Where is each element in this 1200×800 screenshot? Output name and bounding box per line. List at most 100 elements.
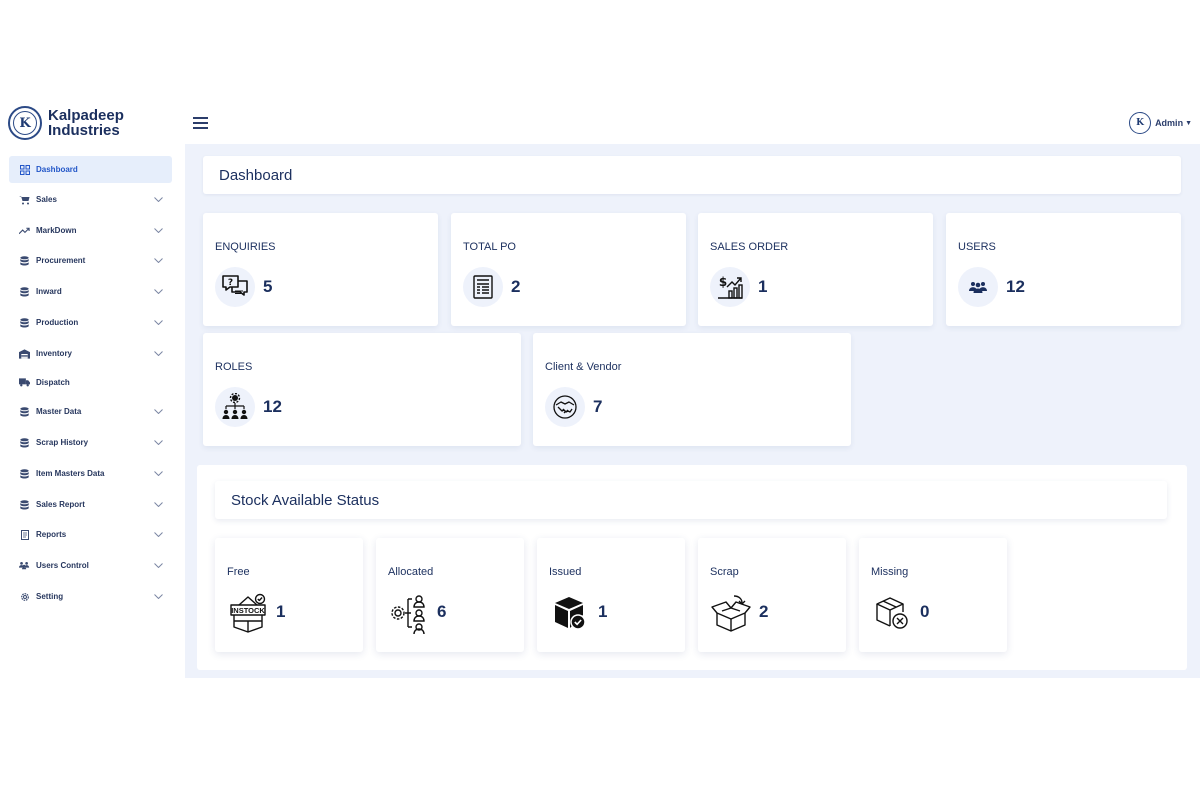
stock-card-allocated[interactable]: Allocated 6	[376, 538, 524, 652]
grid-icon	[19, 164, 30, 175]
database-icon	[19, 437, 30, 448]
sidebar-item-label: Procurement	[36, 256, 86, 265]
chevron-down-icon	[153, 351, 163, 356]
svg-text:?: ?	[228, 278, 233, 288]
stock-label: Free	[227, 566, 250, 578]
stock-value: 2	[759, 602, 769, 621]
svg-text:$: $	[719, 275, 727, 289]
instock-icon-text: INSTOCK	[231, 606, 265, 615]
box-check-icon	[549, 592, 591, 634]
brand[interactable]: K Kalpadeep Industries	[8, 106, 124, 140]
stock-status-header: Stock Available Status	[215, 481, 1167, 519]
chevron-down-icon	[153, 228, 163, 233]
stock-label: Allocated	[388, 566, 434, 578]
chevron-down-icon	[153, 502, 163, 507]
sidebar-item-item-masters-data[interactable]: Item Masters Data	[9, 460, 172, 487]
instock-icon: INSTOCK	[227, 592, 269, 634]
stock-status-panel: Stock Available Status Free INSTOCK 1 Al…	[197, 465, 1187, 670]
sidebar-item-label: Item Masters Data	[36, 469, 105, 478]
sidebar-item-sales[interactable]: Sales	[9, 186, 172, 213]
sidebar-item-label: Setting	[36, 592, 64, 601]
stat-value: 1	[758, 277, 768, 296]
stat-card-enquiries[interactable]: ENQUIRIES ? 5	[203, 213, 438, 326]
sidebar-item-inventory[interactable]: Inventory	[9, 340, 172, 367]
stat-label: USERS	[958, 241, 996, 253]
sidebar-item-markdown[interactable]: MarkDown	[9, 217, 172, 244]
stat-value: 5	[263, 277, 273, 296]
database-icon	[19, 468, 30, 479]
user-name: Admin	[1155, 118, 1184, 128]
stat-label: TOTAL PO	[463, 241, 516, 253]
sidebar-item-production[interactable]: Production	[9, 309, 172, 336]
warehouse-icon	[19, 348, 30, 359]
stat-label: ENQUIRIES	[215, 241, 276, 253]
sidebar-item-label: Inventory	[36, 349, 73, 358]
brand-name-line2: Industries	[48, 122, 120, 139]
handshake-icon	[545, 387, 585, 427]
stock-card-missing[interactable]: Missing 0	[859, 538, 1007, 652]
stat-card-client-vendor[interactable]: Client & Vendor 7	[533, 333, 851, 446]
brand-name: Kalpadeep Industries	[48, 108, 124, 138]
user-menu[interactable]: K Admin ▼	[1129, 112, 1192, 134]
main-content: Dashboard ENQUIRIES ? 5 TOTAL PO 2 SALES…	[185, 144, 1200, 678]
chevron-down-icon	[153, 563, 163, 568]
stat-value: 12	[263, 397, 282, 416]
stat-card-users[interactable]: USERS 12	[946, 213, 1181, 326]
sidebar-item-dashboard[interactable]: Dashboard	[9, 156, 172, 183]
sidebar-item-scrap-history[interactable]: Scrap History	[9, 429, 172, 456]
section-title: Stock Available Status	[231, 491, 380, 509]
brand-logo: K	[8, 106, 42, 140]
page-title-card: Dashboard	[203, 156, 1181, 194]
stock-value: 1	[276, 602, 286, 621]
caret-down-icon: ▼	[1185, 119, 1192, 127]
chevron-down-icon	[153, 197, 163, 202]
chevron-down-icon	[153, 532, 163, 537]
sidebar-item-users-control[interactable]: Users Control	[9, 552, 172, 579]
chevron-down-icon	[153, 440, 163, 445]
document-icon	[463, 267, 503, 307]
stat-label: Client & Vendor	[545, 361, 622, 373]
sidebar-item-setting[interactable]: Setting	[9, 583, 172, 610]
database-icon	[19, 255, 30, 266]
chevron-down-icon	[153, 289, 163, 294]
stock-card-scrap[interactable]: Scrap 2	[698, 538, 846, 652]
stock-value: 1	[598, 602, 608, 621]
sidebar-item-label: Sales Report	[36, 500, 85, 509]
chevron-down-icon	[153, 409, 163, 414]
database-icon	[19, 499, 30, 510]
allocated-icon	[388, 592, 430, 634]
sidebar: Dashboard Sales MarkDown Procurement Inw…	[0, 144, 185, 678]
brand-name-line1: Kalpadeep	[48, 107, 124, 124]
chevron-down-icon	[153, 258, 163, 263]
top-bar: K Kalpadeep Industries K Admin ▼	[0, 100, 1200, 144]
sidebar-item-inward[interactable]: Inward	[9, 278, 172, 305]
sidebar-item-sales-report[interactable]: Sales Report	[9, 491, 172, 518]
sidebar-item-master-data[interactable]: Master Data	[9, 398, 172, 425]
sidebar-item-reports[interactable]: Reports	[9, 521, 172, 548]
stock-label: Issued	[549, 566, 582, 578]
stat-card-roles[interactable]: ROLES 12	[203, 333, 521, 446]
stock-card-free[interactable]: Free INSTOCK 1	[215, 538, 363, 652]
chevron-down-icon	[153, 320, 163, 325]
menu-toggle-icon[interactable]	[193, 117, 208, 129]
stat-label: SALES ORDER	[710, 241, 789, 253]
stat-card-sales-order[interactable]: SALES ORDER $ 1	[698, 213, 933, 326]
sidebar-item-dispatch[interactable]: Dispatch	[9, 369, 172, 396]
stock-label: Scrap	[710, 566, 739, 578]
stat-card-total-po[interactable]: TOTAL PO 2	[451, 213, 686, 326]
box-cross-icon	[871, 592, 913, 634]
sidebar-item-label: Sales	[36, 195, 57, 204]
sidebar-item-label: Inward	[36, 287, 62, 296]
database-icon	[19, 406, 30, 417]
stat-value: 12	[1006, 277, 1025, 296]
sidebar-item-procurement[interactable]: Procurement	[9, 247, 172, 274]
users-icon	[958, 267, 998, 307]
stock-value: 0	[920, 602, 930, 621]
stock-value: 6	[437, 602, 447, 621]
cart-icon	[19, 194, 30, 205]
open-box-icon	[710, 592, 752, 634]
stock-card-issued[interactable]: Issued 1	[537, 538, 685, 652]
page-title: Dashboard	[219, 166, 293, 184]
stock-label: Missing	[871, 566, 909, 578]
chat-question-icon: ?	[215, 267, 255, 307]
